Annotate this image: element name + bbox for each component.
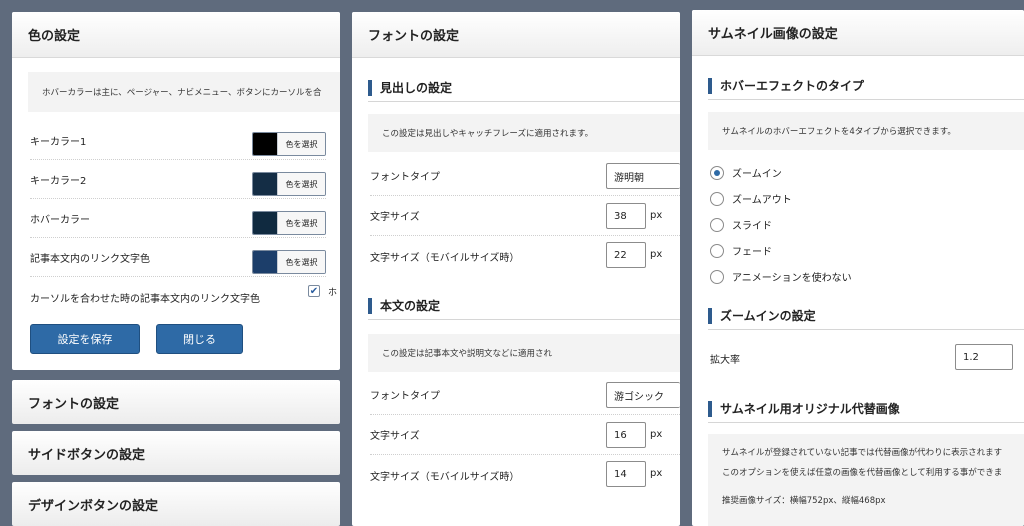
body-settings-title: 本文の設定 (368, 292, 680, 320)
hover-link-color-checkbox[interactable]: ✔ (308, 285, 320, 297)
color-settings-header[interactable]: 色の設定 (12, 12, 340, 58)
link-color-picker-button[interactable]: 色を選択 (252, 250, 326, 274)
heading-settings-note: この設定は見出しやキャッチフレーズに適用されます。 (368, 114, 680, 152)
side-button-settings-collapsed-panel[interactable]: サイドボタンの設定 (12, 431, 340, 475)
hover-option-slide[interactable]: スライド (710, 217, 772, 232)
alt-image-title: サムネイル用オリジナル代替画像 (708, 395, 1024, 423)
body-size-unit: px (650, 429, 663, 440)
alt-image-note-line-3: 推奨画像サイズ：横幅752px、縦幅468px (722, 496, 886, 506)
hover-effect-note: サムネイルのホバーエフェクトを4タイプから選択できます。 (708, 112, 1024, 150)
heading-mobile-size-unit: px (650, 249, 663, 260)
link-color-select-label: 色を選択 (277, 251, 325, 273)
radio-unselected-icon (710, 217, 724, 232)
key-color-1-select-label: 色を選択 (277, 133, 325, 155)
alt-image-note-line-1: サムネイルが登録されていない記事では代替画像が代わりに表示されます (722, 448, 1003, 458)
hover-effect-type-title: ホバーエフェクトのタイプ (708, 72, 1024, 100)
key-color-1-picker-button[interactable]: 色を選択 (252, 132, 326, 156)
body-font-type-select[interactable]: 游ゴシック (606, 382, 680, 408)
font-settings-header[interactable]: フォントの設定 (352, 12, 680, 58)
thumbnail-settings-header[interactable]: サムネイル画像の設定 (692, 10, 1024, 56)
hover-color-select-label: 色を選択 (277, 212, 325, 234)
zoom-scale-input[interactable]: 1.2 (955, 344, 1013, 370)
body-size-input[interactable]: 16 (606, 422, 646, 448)
hover-option-no-animation[interactable]: アニメーションを使わない (710, 269, 852, 284)
hover-color-note: ホバーカラーは主に、ページャー、ナビメニュー、ボタンにカーソルを合 (28, 72, 340, 112)
design-button-settings-collapsed-panel[interactable]: デザインボタンの設定 (12, 482, 340, 526)
body-mobile-size-unit: px (650, 468, 663, 479)
close-button[interactable]: 閉じる (156, 324, 243, 354)
heading-size-label: 文字サイズ (370, 212, 420, 223)
heading-font-type-select[interactable]: 游明朝 (606, 163, 680, 189)
color-settings-panel: 色の設定 ホバーカラーは主に、ページャー、ナビメニュー、ボタンにカーソルを合 キ… (12, 12, 340, 370)
link-color-label: 記事本文内のリンク文字色 (30, 253, 150, 265)
alt-image-title-text: サムネイル用オリジナル代替画像 (720, 402, 900, 416)
hover-option-fade-label: フェード (732, 247, 772, 258)
hover-link-checkbox-label: ホ (328, 288, 338, 298)
link-color-swatch (253, 251, 277, 273)
heading-size-unit: px (650, 210, 663, 221)
key-color-2-select-label: 色を選択 (277, 173, 325, 195)
body-mobile-size-label: 文字サイズ（モバイルサイズ時） (370, 471, 520, 483)
radio-selected-icon (710, 165, 724, 180)
hover-option-slide-label: スライド (732, 221, 772, 232)
body-mobile-size-input[interactable]: 14 (606, 461, 646, 487)
hover-link-color-label: カーソルを合わせた時の記事本文内のリンク文字色 (30, 293, 260, 305)
heading-settings-title-text: 見出しの設定 (380, 81, 453, 95)
radio-unselected-icon (710, 243, 724, 258)
hover-option-zoom-in[interactable]: ズームイン (710, 165, 782, 180)
radio-unselected-icon (710, 269, 724, 284)
hover-link-color-row: カーソルを合わせた時の記事本文内のリンク文字色 (30, 277, 326, 317)
hover-option-zoom-in-label: ズームイン (732, 169, 782, 180)
zoom-in-settings-title: ズームインの設定 (708, 302, 1024, 330)
hover-effect-type-title-text: ホバーエフェクトのタイプ (720, 79, 865, 93)
key-color-2-label: キーカラー2 (30, 175, 87, 187)
body-settings-note: この設定は記事本文や説明文などに適用され (368, 334, 680, 372)
radio-unselected-icon (710, 191, 724, 206)
hover-option-fade[interactable]: フェード (710, 243, 772, 258)
key-color-1-swatch (253, 133, 277, 155)
font-settings-panel: フォントの設定 見出しの設定 この設定は見出しやキャッチフレーズに適用されます。… (352, 12, 680, 526)
hover-color-label: ホバーカラー (30, 214, 90, 226)
hover-color-swatch (253, 212, 277, 234)
key-color-2-picker-button[interactable]: 色を選択 (252, 172, 326, 196)
body-settings-title-text: 本文の設定 (380, 299, 441, 313)
zoom-in-settings-title-text: ズームインの設定 (720, 309, 816, 323)
zoom-scale-label: 拡大率 (710, 355, 740, 366)
alt-image-note-line-2: このオプションを使えば任意の画像を代替画像として利用する事ができま (722, 468, 1003, 478)
heading-mobile-size-input[interactable]: 22 (606, 242, 646, 268)
thumbnail-settings-panel: サムネイル画像の設定 ホバーエフェクトのタイプ サムネイルのホバーエフェクトを4… (692, 10, 1024, 526)
hover-color-picker-button[interactable]: 色を選択 (252, 211, 326, 235)
alt-image-note: サムネイルが登録されていない記事では代替画像が代わりに表示されます このオプショ… (708, 434, 1024, 526)
heading-size-input[interactable]: 38 (606, 203, 646, 229)
heading-mobile-size-label: 文字サイズ（モバイルサイズ時） (370, 252, 520, 264)
key-color-1-label: キーカラー1 (30, 137, 87, 148)
heading-font-type-label: フォントタイプ (370, 172, 440, 183)
heading-settings-title: 見出しの設定 (368, 74, 680, 102)
body-size-label: 文字サイズ (370, 431, 420, 442)
hover-option-zoom-out[interactable]: ズームアウト (710, 191, 792, 206)
body-font-type-label: フォントタイプ (370, 391, 440, 402)
save-settings-button[interactable]: 設定を保存 (30, 324, 140, 354)
hover-option-zoom-out-label: ズームアウト (732, 195, 792, 206)
font-settings-collapsed-panel[interactable]: フォントの設定 (12, 380, 340, 424)
key-color-2-swatch (253, 173, 277, 195)
hover-option-no-animation-label: アニメーションを使わない (732, 273, 852, 284)
